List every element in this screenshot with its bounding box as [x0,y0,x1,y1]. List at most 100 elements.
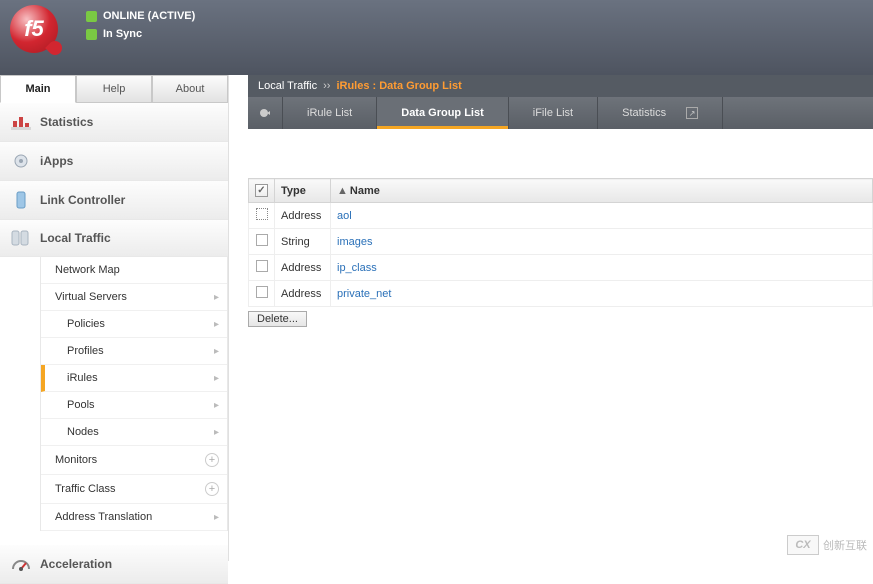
data-group-table: ✓ Type ▲Name Address aol String images [248,178,873,307]
checkbox-icon[interactable] [256,260,268,272]
sidebar-item-monitors[interactable]: Monitors + [41,446,227,475]
table-header-label: Name [350,185,380,197]
checkbox-icon[interactable] [256,234,268,246]
table-header-name[interactable]: ▲Name [331,179,873,203]
breadcrumb-seg[interactable]: Local Traffic [258,80,317,92]
sidebar-item-irules[interactable]: iRules ▸ [41,365,227,392]
sidebar-item-network-map[interactable]: Network Map [41,257,227,284]
f5-logo: f5 [10,5,58,53]
table-header-type[interactable]: Type [275,179,331,203]
sidebar-item-label: Network Map [55,264,120,276]
cell-type: Address [275,281,331,307]
sidebar-item-label: Link Controller [40,193,125,207]
add-icon[interactable]: + [205,453,219,467]
watermark-logo-icon: CX [787,535,819,555]
checkbox-icon[interactable] [256,286,268,298]
chevron-right-icon: ▸ [214,292,219,303]
app-header: f5 ONLINE (ACTIVE) In Sync [0,0,873,75]
status-dot-icon [86,29,97,40]
sidebar-item-statistics[interactable]: Statistics [0,103,228,142]
sidebar-item-virtual-servers[interactable]: Virtual Servers ▸ [41,284,227,311]
sidebar-item-acceleration[interactable]: Acceleration [0,545,228,584]
sidebar-item-policies[interactable]: Policies ▸ [41,311,227,338]
sidebar-item-link-controller[interactable]: Link Controller [0,181,228,220]
sidebar-item-iapps[interactable]: iApps [0,142,228,181]
check-all-icon[interactable]: ✓ [255,184,268,197]
toolbar-tab-irule-list[interactable]: iRule List [283,97,377,129]
chart-icon [10,112,32,132]
status-block: ONLINE (ACTIVE) In Sync [86,7,195,43]
sidebar-group-local-traffic: Local Traffic Network Map Virtual Server… [0,220,228,531]
sidebar-item-label: iRules [67,372,98,384]
watermark: CX 创新互联 [787,535,867,555]
cell-name-link[interactable]: aol [337,210,352,222]
sidebar-item-label: Policies [67,318,105,330]
chevron-right-icon: ▸ [214,319,219,330]
watermark-text: 创新互联 [823,537,867,553]
sidebar-item-label: Address Translation [55,511,152,523]
table-row: Address private_net [249,281,873,307]
toolbar-tab-label: iFile List [533,107,573,119]
gear-icon [10,151,32,171]
toolbar-tab-label: Statistics [622,107,666,119]
chevron-right-icon: ▸ [214,400,219,411]
chevron-right-icon: ▸ [214,373,219,384]
status-dot-icon [86,11,97,22]
sidebar-item-label: iApps [40,154,73,168]
chevron-right-icon: ▸ [214,427,219,438]
gauge-icon [10,554,32,574]
cell-type: Address [275,203,331,229]
local-traffic-icon [10,229,32,247]
sidebar-item-label: Monitors [55,454,97,466]
settings-icon[interactable] [248,97,283,129]
server-icon [10,190,32,210]
breadcrumb-sep: ›› [323,80,330,92]
sidebar-item-label: Traffic Class [55,483,116,495]
cell-type: String [275,229,331,255]
toolbar-tab-statistics[interactable]: Statistics ↗ [598,97,723,129]
sidebar-item-label: Statistics [40,115,93,129]
content-area: Local Traffic ›› iRules : Data Group Lis… [229,75,873,561]
table-row: Address ip_class [249,255,873,281]
chevron-right-icon: ▸ [214,346,219,357]
sidebar-item-address-translation[interactable]: Address Translation ▸ [41,504,227,531]
content-toolbar: iRule List Data Group List iFile List St… [248,97,873,129]
toolbar-tab-data-group-list[interactable]: Data Group List [377,97,509,129]
chevron-right-icon: ▸ [214,512,219,523]
status-sync: In Sync [86,25,195,43]
sort-asc-icon: ▲ [337,185,348,197]
status-online-label: ONLINE (ACTIVE) [103,7,195,25]
cell-name-link[interactable]: images [337,236,372,248]
sidebar-item-nodes[interactable]: Nodes ▸ [41,419,227,446]
status-online: ONLINE (ACTIVE) [86,7,195,25]
sidebar-item-label: Nodes [67,426,99,438]
sidebar-item-local-traffic[interactable]: Local Traffic [0,220,228,257]
sidebar-item-label: Acceleration [40,557,112,571]
tab-help[interactable]: Help [76,75,152,103]
sidebar-item-traffic-class[interactable]: Traffic Class + [41,475,227,504]
sidebar-item-profiles[interactable]: Profiles ▸ [41,338,227,365]
cell-name-link[interactable]: ip_class [337,262,377,274]
status-sync-label: In Sync [103,25,142,43]
breadcrumb: Local Traffic ›› iRules : Data Group Lis… [248,75,873,97]
delete-button[interactable]: Delete... [248,311,307,327]
toolbar-tab-label: iRule List [307,107,352,119]
tab-main[interactable]: Main [0,75,76,103]
popout-icon[interactable]: ↗ [686,107,698,119]
sidebar: Main Help About Statistics iApps Link Co… [0,75,229,561]
sidebar-item-label: Pools [67,399,95,411]
table-header-select[interactable]: ✓ [249,179,275,203]
logo-text: f5 [24,16,44,42]
add-icon[interactable]: + [205,482,219,496]
breadcrumb-current: iRules : Data Group List [336,80,461,92]
toolbar-tab-ifile-list[interactable]: iFile List [509,97,598,129]
table-row: String images [249,229,873,255]
sidebar-tabs: Main Help About [0,75,228,103]
cell-name-link[interactable]: private_net [337,288,391,300]
tab-about[interactable]: About [152,75,228,103]
cell-type: Address [275,255,331,281]
checkbox-icon[interactable] [256,208,268,220]
sidebar-item-label: Virtual Servers [55,291,127,303]
table-row: Address aol [249,203,873,229]
sidebar-item-pools[interactable]: Pools ▸ [41,392,227,419]
